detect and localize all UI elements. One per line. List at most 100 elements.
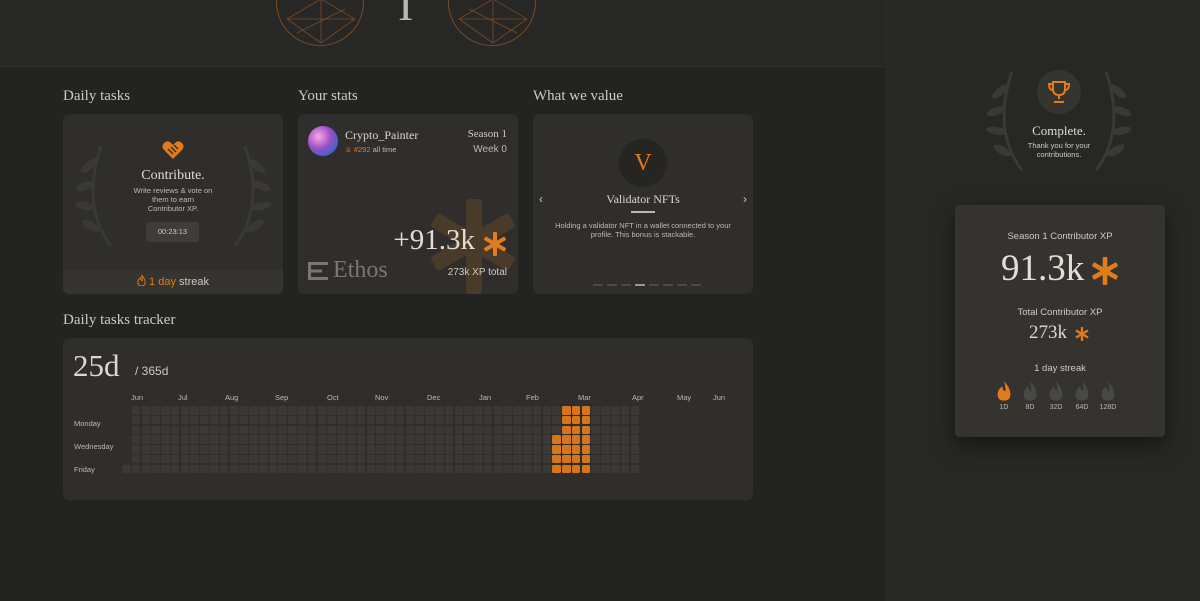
day-cell [337, 454, 346, 464]
day-cell [366, 454, 376, 464]
carousel-dot[interactable] [621, 284, 631, 286]
validator-badge: V [619, 139, 667, 187]
avatar[interactable] [308, 126, 338, 156]
day-cell [229, 464, 239, 474]
day-cell [395, 425, 405, 435]
carousel-dot[interactable] [635, 284, 645, 286]
day-cell [464, 406, 473, 415]
day-cell [415, 454, 424, 464]
streak-level: 128D [1099, 381, 1117, 411]
day-cell [307, 445, 317, 454]
day-cell [581, 445, 591, 454]
day-cell [562, 435, 571, 444]
stats-card[interactable]: Crypto_Painter ♕ #292 all time Season 1 … [298, 114, 518, 294]
day-cell [356, 415, 366, 425]
flame-icon [1101, 381, 1115, 401]
day-cell [493, 454, 503, 464]
day-cell [249, 415, 258, 425]
day-cell [200, 464, 209, 474]
carousel-prev-icon[interactable]: ‹ [539, 192, 543, 206]
carousel-dot[interactable] [607, 284, 617, 286]
xp-summary-card: Season 1 Contributor XP 91.3k Total Cont… [955, 205, 1165, 437]
day-cell [630, 454, 640, 464]
day-cell [210, 454, 219, 464]
day-cell [249, 445, 258, 454]
day-cell [415, 406, 424, 415]
day-cell [258, 454, 268, 464]
day-cell [532, 454, 542, 464]
day-cell [278, 425, 288, 435]
month-label: Aug [225, 393, 239, 402]
day-cell [327, 445, 336, 454]
day-cell [337, 406, 346, 415]
day-cell [464, 454, 473, 464]
day-cell [356, 464, 366, 474]
day-cell [493, 425, 503, 435]
daily-task-card[interactable]: Contribute. Write reviews & vote on them… [63, 114, 283, 294]
day-cell [532, 415, 542, 425]
carousel-next-icon[interactable]: › [743, 192, 747, 206]
day-cell [464, 445, 473, 454]
constellation-orb-left [276, 0, 364, 46]
day-cell [552, 454, 561, 464]
carousel-dot[interactable] [677, 284, 687, 286]
day-cell [356, 425, 366, 435]
tracker-title: Daily tasks tracker [63, 312, 176, 328]
day-cell [278, 435, 288, 444]
day-cell [298, 464, 307, 474]
day-cell [444, 464, 454, 474]
carousel-dot[interactable] [649, 284, 659, 286]
day-cell [288, 464, 297, 474]
day-cell [200, 435, 209, 444]
carousel-dots[interactable] [593, 284, 701, 286]
day-cell [170, 454, 180, 464]
day-cell [219, 464, 229, 474]
day-cell [258, 464, 268, 474]
day-cell [591, 464, 601, 474]
carousel-dot[interactable] [691, 284, 701, 286]
day-cell [258, 425, 268, 435]
day-cell [151, 425, 160, 435]
day-cell [405, 454, 415, 464]
day-cell [219, 415, 229, 425]
day-cell [571, 406, 581, 415]
day-cell [307, 464, 317, 474]
day-cell [337, 425, 346, 435]
day-cell [131, 406, 141, 415]
day-cell [513, 454, 522, 464]
day-cell [562, 406, 571, 415]
day-cell [161, 435, 170, 444]
day-cell [239, 425, 248, 435]
day-cell [288, 406, 297, 415]
month-label: Jun [131, 393, 144, 402]
day-cell [346, 406, 356, 415]
day-cell [239, 415, 248, 425]
day-cell [405, 435, 415, 444]
day-cell [630, 415, 640, 425]
username[interactable]: Crypto_Painter [345, 128, 418, 143]
tracker-total: / 365d [135, 364, 169, 378]
day-cell [630, 445, 640, 454]
laurel-right-icon [1095, 71, 1132, 171]
month-label: Sep [275, 393, 289, 402]
day-cell [170, 425, 180, 435]
day-cell [307, 435, 317, 444]
day-cell [288, 454, 297, 464]
day-cell [210, 415, 219, 425]
carousel-dot[interactable] [593, 284, 603, 286]
streak-level: 64D [1073, 381, 1091, 411]
day-cell [249, 425, 258, 435]
day-cell [356, 454, 366, 464]
day-cell [249, 435, 258, 444]
day-cell [425, 454, 434, 464]
day-cell [386, 406, 395, 415]
day-cell [562, 425, 571, 435]
day-cell [288, 435, 297, 444]
day-cell [474, 435, 483, 444]
day-cell [434, 415, 444, 425]
day-cell [444, 406, 454, 415]
xp-asterisk-icon [1092, 257, 1118, 285]
day-cell [337, 464, 346, 474]
carousel-dot[interactable] [663, 284, 673, 286]
day-cell [542, 454, 552, 464]
